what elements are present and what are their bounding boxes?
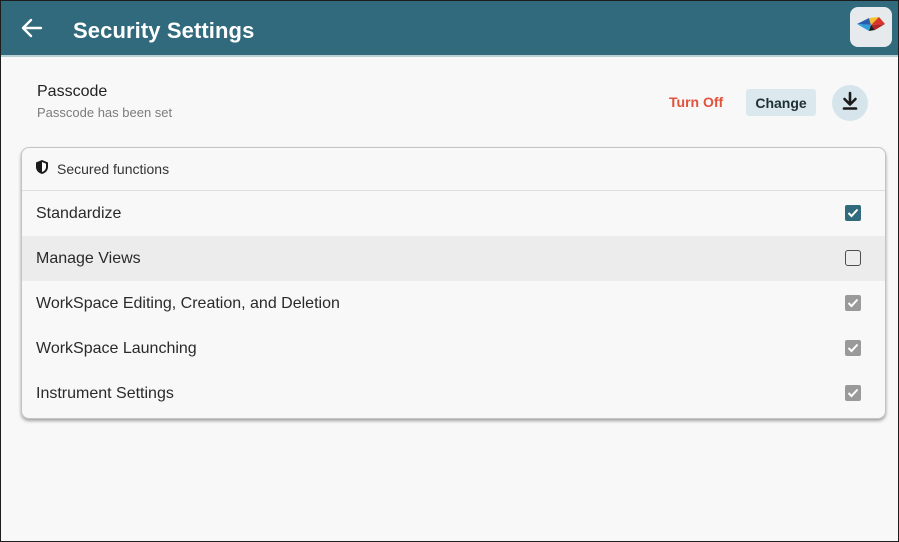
function-row-instrument-settings[interactable]: Instrument Settings bbox=[22, 371, 885, 416]
standardize-checkbox[interactable] bbox=[845, 205, 861, 221]
download-button[interactable] bbox=[832, 85, 868, 121]
shield-icon bbox=[35, 159, 49, 180]
function-row-standardize[interactable]: Standardize bbox=[22, 191, 885, 236]
turn-off-button[interactable]: Turn Off bbox=[669, 94, 723, 110]
back-button[interactable] bbox=[15, 13, 49, 47]
function-label: Manage Views bbox=[36, 249, 141, 267]
change-button[interactable]: Change bbox=[746, 89, 816, 116]
download-icon bbox=[841, 91, 859, 116]
function-row-workspace-editing[interactable]: WorkSpace Editing, Creation, and Deletio… bbox=[22, 281, 885, 326]
passcode-section: Passcode Passcode has been set bbox=[37, 83, 172, 120]
function-label: WorkSpace Launching bbox=[36, 339, 197, 357]
manage-views-checkbox[interactable] bbox=[845, 250, 861, 266]
app-logo-button[interactable] bbox=[850, 7, 892, 47]
function-row-manage-views[interactable]: Manage Views bbox=[22, 236, 885, 281]
secured-functions-card: Secured functions Standardize Manage Vie… bbox=[21, 147, 886, 419]
app-bar: Security Settings bbox=[1, 1, 898, 57]
secured-functions-label: Secured functions bbox=[57, 161, 170, 177]
function-label: Instrument Settings bbox=[36, 384, 174, 402]
passcode-title: Passcode bbox=[37, 83, 108, 100]
workspace-editing-checkbox[interactable] bbox=[845, 295, 861, 311]
arrow-left-icon bbox=[21, 18, 43, 43]
workspace-launching-checkbox[interactable] bbox=[845, 340, 861, 356]
instrument-settings-checkbox[interactable] bbox=[845, 385, 861, 401]
page-title: Security Settings bbox=[73, 18, 255, 43]
function-label: Standardize bbox=[36, 204, 122, 222]
function-row-workspace-launching[interactable]: WorkSpace Launching bbox=[22, 326, 885, 371]
app-logo-icon bbox=[855, 14, 887, 41]
passcode-status: Passcode has been set bbox=[37, 105, 173, 120]
security-settings-window: Security Settings Passcode Passcode has … bbox=[0, 0, 899, 542]
function-label: WorkSpace Editing, Creation, and Deletio… bbox=[36, 294, 340, 312]
secured-functions-header: Secured functions bbox=[22, 148, 885, 191]
